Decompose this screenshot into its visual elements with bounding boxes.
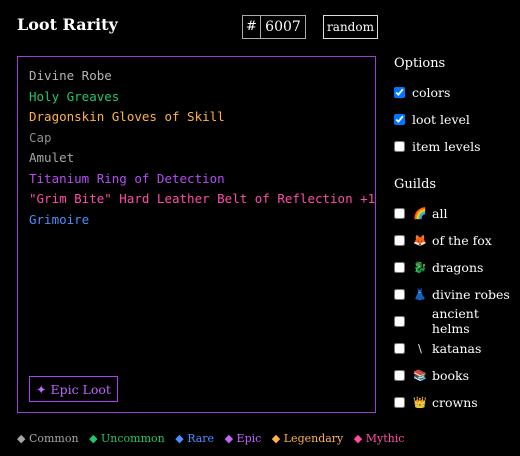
guild-ancient-helms[interactable]: ancient helms (394, 306, 520, 336)
loot-item: Grimoire (29, 211, 90, 227)
hash-label: # (243, 16, 261, 38)
guild-checkbox[interactable] (394, 342, 405, 354)
guild-checkbox[interactable] (394, 369, 405, 381)
option-label: colors (412, 84, 451, 100)
guild-label: of the fox (432, 232, 492, 248)
guild-label: divine robes (432, 286, 510, 302)
app-title: Loot Rarity (17, 15, 118, 34)
guild-checkbox[interactable] (394, 396, 405, 408)
loot-item: Divine Robe (29, 68, 112, 83)
loot-panel: Divine Robe Holy Greaves Dragonskin Glov… (17, 56, 376, 413)
legend-uncommon: ◆ Uncommon (89, 432, 165, 445)
guild-label: crowns (432, 394, 478, 410)
guild-of-the-fox[interactable]: 🦊 of the fox (394, 232, 492, 248)
guild-dragons[interactable]: 🐉 dragons (394, 259, 483, 275)
guild-label: dragons (432, 259, 484, 275)
guild-label: books (432, 367, 470, 383)
loot-id-field[interactable]: # 6007 (242, 15, 306, 39)
loot-item: Holy Greaves (29, 88, 120, 104)
legend-legendary: ◆ Legendary (271, 432, 344, 445)
guild-books[interactable]: 📚 books (394, 367, 469, 383)
guild-label: ancient helms (431, 306, 479, 336)
guild-katanas[interactable]: \ katanas (394, 340, 481, 356)
dragon-icon: 🐉 (413, 260, 427, 274)
guild-checkbox[interactable] (394, 315, 405, 327)
options-heading: Options (394, 56, 446, 71)
option-label: loot level (412, 111, 470, 127)
loot-item: Titanium Ring of Detection (29, 170, 225, 186)
guild-checkbox[interactable] (394, 288, 405, 300)
loot-item: Dragonskin Gloves of Skill (29, 109, 225, 124)
loot-item: Amulet (29, 150, 75, 165)
option-loot-level[interactable]: loot level (394, 111, 470, 127)
random-button[interactable]: random (323, 15, 378, 39)
legend-rare: ◆ Rare (175, 432, 215, 445)
guild-label: all (432, 205, 448, 221)
guild-all[interactable]: 🌈 all (394, 205, 447, 221)
loot-item: "Grim Bite" Hard Leather Belt of Reflect… (29, 191, 376, 206)
guild-checkbox[interactable] (394, 234, 405, 246)
guild-divine-robes[interactable]: 👗 divine robes (394, 286, 510, 302)
epic-loot-badge[interactable]: ✦ Epic Loot (29, 376, 118, 402)
loot-level-checkbox[interactable] (394, 113, 405, 125)
legend-epic: ◆ Epic (224, 432, 262, 445)
option-item-levels[interactable]: item levels (394, 138, 481, 154)
colors-checkbox[interactable] (394, 86, 405, 98)
crown-icon: 👑 (413, 395, 427, 409)
books-icon: 📚 (413, 368, 427, 382)
dress-icon: 👗 (413, 287, 427, 301)
katana-icon: \ (418, 341, 422, 355)
loot-list: Divine Robe Holy Greaves Dragonskin Glov… (29, 66, 375, 230)
legend-mythic: ◆ Mythic (353, 432, 405, 445)
loot-id-input[interactable]: 6007 (261, 16, 305, 38)
legend-common: ◆ Common (17, 432, 79, 445)
guild-checkbox[interactable] (394, 207, 405, 219)
option-colors[interactable]: colors (394, 84, 450, 100)
item-levels-checkbox[interactable] (394, 140, 405, 152)
fox-icon: 🦊 (413, 233, 427, 247)
option-label: item levels (412, 138, 481, 154)
loot-item: Cap (29, 129, 52, 145)
guild-label: katanas (432, 340, 482, 356)
guild-checkbox[interactable] (394, 261, 405, 273)
rarity-legend: ◆ Common ◆ Uncommon ◆ Rare ◆ Epic ◆ Lege… (17, 432, 411, 445)
guilds-heading: Guilds (394, 177, 437, 192)
guild-crowns[interactable]: 👑 crowns (394, 394, 478, 410)
rainbow-icon: 🌈 (413, 206, 427, 220)
